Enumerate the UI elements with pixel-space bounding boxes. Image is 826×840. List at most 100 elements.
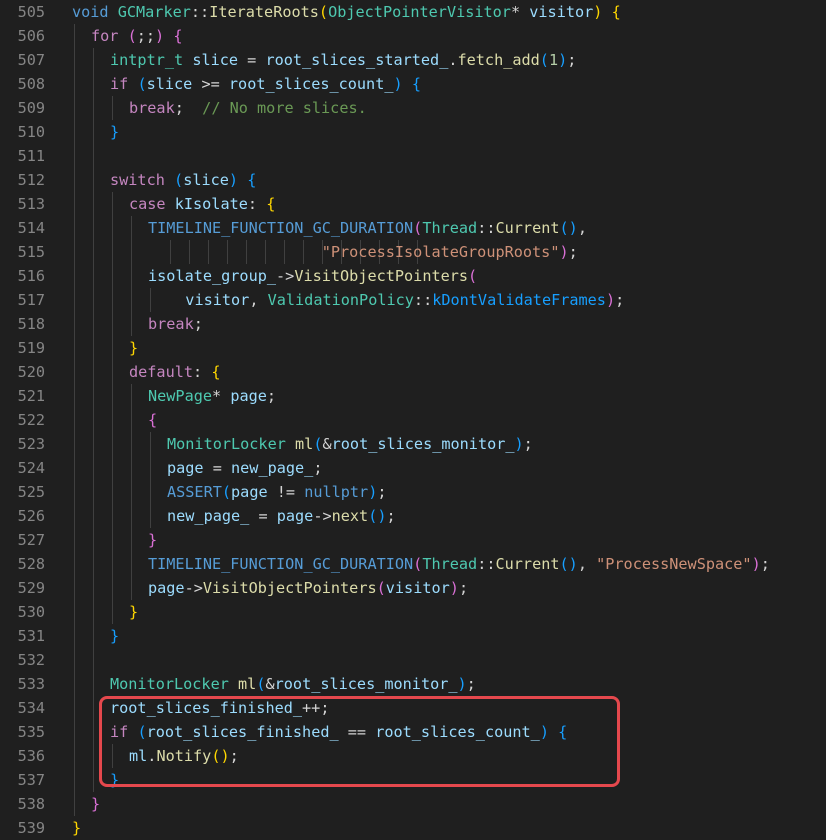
line-number: 518 [17, 315, 45, 333]
line-number: 539 [17, 819, 45, 837]
code-line[interactable]: 526 new_page_ = page->next(); [0, 504, 826, 528]
code-line[interactable]: 538} [0, 792, 826, 816]
code-line[interactable]: 520 default: { [0, 360, 826, 384]
code-editor[interactable]: 505 void GCMarker::IterateRoots(ObjectPoi… [0, 0, 826, 838]
code-token: TIMELINE_FUNCTION_GC_DURATION [148, 555, 414, 573]
code-token: ( [221, 483, 232, 501]
code-line[interactable]: 517 visitor, ValidationPolicy::kDontVali… [0, 288, 826, 312]
code-token: :: [190, 3, 210, 21]
code-line[interactable]: 539} [0, 816, 826, 840]
indent-guide [112, 480, 113, 504]
code-token: ; [760, 555, 770, 573]
code-line[interactable]: 525 ASSERT(page != nullptr); [0, 480, 826, 504]
code-token: case [129, 195, 166, 213]
code-token: ) [228, 171, 239, 189]
code-token: ) [457, 675, 467, 693]
code-token: break [148, 315, 194, 333]
indent-guide [74, 192, 75, 216]
code-line[interactable]: 529 page->VisitObjectPointers(visitor); [0, 576, 826, 600]
code-line[interactable]: 515 "ProcessIsolateGroupRoots"); [0, 240, 826, 264]
code-line[interactable]: 508 if (slice >= root_slices_count_) { [0, 72, 826, 96]
code-line[interactable]: 519} [0, 336, 826, 360]
code-token: :: [477, 219, 496, 237]
line-number: 530 [17, 603, 45, 621]
code-line[interactable]: 521 NewPage* page; [0, 384, 826, 408]
code-token: -> [313, 507, 332, 525]
indent-guide [112, 552, 113, 576]
indent-guide [150, 480, 151, 504]
indent-guide [74, 24, 75, 48]
indent-guide [74, 240, 75, 264]
code-token: ; [313, 459, 323, 477]
indent-guide [93, 264, 94, 288]
indent-guide [93, 96, 94, 120]
code-line[interactable]: 522 { [0, 408, 826, 432]
indent-guide [74, 96, 75, 120]
code-line[interactable]: 524 page = new_page_; [0, 456, 826, 480]
code-token: visitor [185, 291, 250, 309]
code-token: ) [449, 579, 459, 597]
code-line[interactable]: 505 void GCMarker::IterateRoots(ObjectPoi… [0, 0, 826, 24]
code-line[interactable]: 506 for (;;) { [0, 24, 826, 48]
code-token: , [577, 555, 597, 573]
code-line[interactable]: 516 isolate_group_->VisitObjectPointers( [0, 264, 826, 288]
line-number: 526 [17, 507, 45, 525]
line-number: 512 [17, 171, 45, 189]
code-token: } [91, 795, 101, 813]
code-token: default [129, 363, 194, 381]
indent-guide [131, 384, 132, 408]
code-token: page [276, 507, 314, 525]
indent-guide [112, 408, 113, 432]
indent-guide [74, 600, 75, 624]
indent-guide [131, 288, 132, 312]
code-text: intptr_t slice = root_slices_started_.fe… [110, 48, 576, 72]
code-token: if [110, 75, 129, 93]
code-line[interactable]: 513 case kIsolate: { [0, 192, 826, 216]
line-number: 527 [17, 531, 45, 549]
code-text: MonitorLocker ml(&root_slices_monitor_); [110, 672, 476, 696]
code-token: ( [468, 267, 478, 285]
indent-guide [93, 768, 94, 792]
code-text: switch (slice) { [110, 168, 256, 192]
code-line[interactable]: 510} [0, 120, 826, 144]
code-line[interactable]: 507 intptr_t slice = root_slices_started_… [0, 48, 826, 72]
code-text: } [129, 600, 138, 624]
indent-guide [131, 312, 132, 336]
code-line[interactable]: 523 MonitorLocker ml(&root_slices_monitor… [0, 432, 826, 456]
code-token: ) [393, 75, 403, 93]
code-line[interactable]: 527} [0, 528, 826, 552]
code-token: ) [559, 243, 569, 261]
code-token: Thread [422, 219, 478, 237]
code-line[interactable]: 532 [0, 648, 826, 672]
code-line[interactable]: 511 [0, 144, 826, 168]
code-line[interactable]: 512 switch (slice) { [0, 168, 826, 192]
code-token: ( [127, 27, 137, 45]
code-line[interactable]: 531} [0, 624, 826, 648]
indent-guide [93, 384, 94, 408]
code-line[interactable]: 528 TIMELINE_FUNCTION_GC_DURATION(Thread:… [0, 552, 826, 576]
code-line[interactable]: 533 MonitorLocker ml(&root_slices_monitor… [0, 672, 826, 696]
indent-guide [93, 192, 94, 216]
code-line[interactable]: 509 break; // No more slices. [0, 96, 826, 120]
code-token: ; [567, 51, 577, 69]
code-line[interactable]: 514 TIMELINE_FUNCTION_GC_DURATION(Thread:… [0, 216, 826, 240]
line-number: 531 [17, 627, 45, 645]
code-token: ) [605, 291, 616, 309]
code-token: nullptr [304, 483, 369, 501]
code-line[interactable]: 518 break; [0, 312, 826, 336]
indent-guide [131, 480, 132, 504]
indent-guide [112, 264, 113, 288]
indent-guide [93, 120, 94, 144]
code-text: { [148, 408, 157, 432]
code-token: } [129, 339, 139, 357]
code-token: ( [137, 75, 147, 93]
code-line[interactable]: 530} [0, 600, 826, 624]
code-text: TIMELINE_FUNCTION_GC_DURATION(Thread::Cu… [148, 552, 770, 576]
code-token: ) [751, 555, 761, 573]
indent-guide [74, 144, 75, 168]
